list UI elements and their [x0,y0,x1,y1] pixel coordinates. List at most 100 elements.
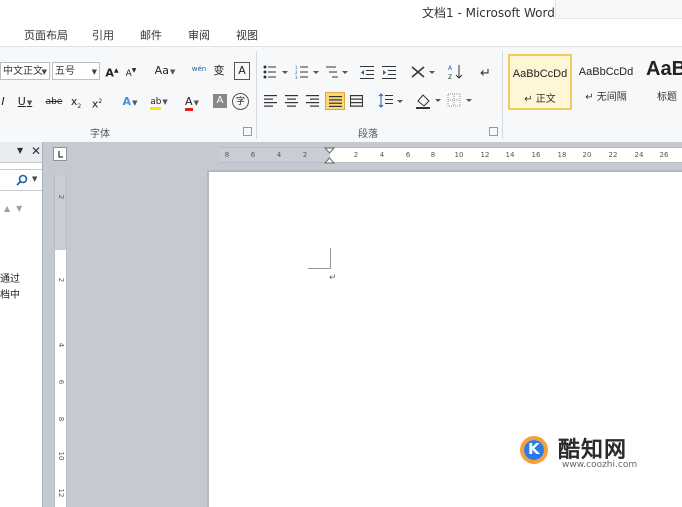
char-border-button[interactable]: 变 [210,62,228,80]
show-marks-icon[interactable]: ↵ [480,64,494,80]
navigation-pane: ▼ ✕ ▼ ▲▼ 通过 档中 [0,142,43,507]
ruler-tick: 12 [57,488,65,498]
italic-button[interactable]: I [0,93,6,111]
ruler-top-margin [55,175,66,250]
title-bar: 文档1 - Microsoft Word [0,0,682,22]
ruler-tick: 4 [57,342,65,348]
borders-icon[interactable] [447,93,475,109]
style-no-spacing[interactable]: AaBbCcDd ↵ 无间隔 [574,54,638,110]
search-icon[interactable] [16,174,28,186]
align-left-icon[interactable] [264,95,278,107]
style-name: ↵ 无间隔 [585,92,627,103]
paragraph-dialog-launcher-icon[interactable] [489,127,498,136]
font-color-button[interactable]: A▼ [180,93,204,111]
border-char-button[interactable]: A [234,62,250,80]
pinyin-glyph: 变 [213,64,225,77]
chevron-down-icon[interactable]: ▼ [17,146,23,155]
ruler-tick: 14 [505,151,515,159]
increase-indent-icon[interactable] [382,65,398,79]
ruler-tick: 2 [57,194,65,200]
tab-mailings[interactable]: 邮件 [140,27,162,43]
ruler-tick: 18 [557,151,567,159]
bullets-icon[interactable] [263,65,293,79]
window-title: 文档1 - Microsoft Word [422,6,555,20]
horizontal-ruler[interactable]: 8 6 4 2 2 4 6 8 10 12 14 16 18 20 22 24 … [220,147,682,165]
vertical-ruler[interactable]: 2 2 4 6 8 10 12 [54,175,67,507]
shading-label: A [216,95,224,106]
tab-review[interactable]: 审阅 [188,27,210,43]
chevron-down-icon: ▼ [91,68,97,76]
shading-bucket-icon[interactable] [415,92,443,110]
shrink-font-button[interactable]: A▼ [124,62,138,80]
sort-icon[interactable]: AZ [448,63,464,81]
ruler-tick: 2 [353,151,359,159]
tab-view[interactable]: 视图 [236,27,258,43]
tab-references[interactable]: 引用 [92,27,114,43]
ruler-tick: 8 [57,416,65,422]
style-heading[interactable]: AaB 标题 [640,54,682,110]
ruler-tick: 2 [302,151,308,159]
phonetic-guide-button[interactable]: wén [190,60,208,78]
distributed-icon[interactable] [350,95,364,107]
ruler-tick: 8 [430,151,436,159]
style-name: 标题 [657,92,677,103]
change-case-button[interactable]: Aa▼ [153,62,177,80]
ribbon: 中文正文 ▼ 五号 ▼ A▲ A▼ Aa▼ wén 变 A I U▼ abe x2 … [0,46,682,144]
chinese-layout-icon[interactable] [410,64,436,80]
strikethrough-button[interactable]: abe [45,93,63,111]
grow-font-button[interactable]: A▲ [105,62,119,80]
indent-marker-icon[interactable] [324,147,336,165]
nav-result-arrows[interactable]: ▲▼ [4,204,28,213]
enclose-char-button[interactable]: 字 [232,93,249,110]
watermark: K 酷知网 www.coozhi.com [514,424,654,476]
text-effects-button[interactable]: A▼ [118,93,142,111]
font-name-value: 中文正文 [3,66,43,77]
font-size-combo[interactable]: 五号 ▼ [52,62,100,80]
highlight-button[interactable]: ab▼ [146,93,172,111]
ruler-left-margin [220,148,330,162]
align-center-icon[interactable] [285,95,299,107]
subscript-button[interactable]: x2 [69,93,83,111]
font-name-combo[interactable]: 中文正文 ▼ [0,62,50,80]
style-sample: AaBbCcDd [578,66,634,78]
style-name: ↵ 正文 [524,94,556,105]
chevron-down-icon[interactable]: ▼ [32,175,37,183]
svg-text:↵: ↵ [480,66,491,80]
char-shading-button[interactable]: A [213,94,227,108]
font-dialog-launcher-icon[interactable] [243,127,252,136]
tab-page-layout[interactable]: 页面布局 [24,27,68,43]
tab-selector-button[interactable] [53,147,67,161]
justify-button[interactable] [325,92,345,110]
svg-text:3: 3 [295,75,298,79]
ruler-tick: 10 [57,451,65,461]
highlight-label: ab [150,97,162,110]
decrease-indent-icon[interactable] [360,65,376,79]
style-normal[interactable]: AaBbCcDd ↵ 正文 [508,54,572,110]
multilevel-list-icon[interactable] [326,65,352,79]
ruler-tick: 12 [480,151,490,159]
numbering-icon[interactable]: 123 [295,65,323,79]
paragraph-group-label: 段落 [358,129,378,140]
ruler-tick: 26 [659,151,669,159]
chevron-down-icon: ▼ [41,68,47,76]
border-glyph: A [238,64,246,77]
nav-pane-header: ▼ ✕ [0,142,42,163]
align-right-icon[interactable] [306,95,320,107]
close-icon[interactable]: ✕ [31,144,41,158]
phonetic-label: wén [191,65,207,73]
nav-search-input[interactable]: ▼ [0,169,42,191]
style-sample: AaBbCcDd [512,68,568,80]
group-separator [256,51,257,139]
ruler-tick: 22 [608,151,618,159]
nav-result-text: 通过 档中 [0,272,20,304]
line-spacing-icon[interactable] [378,93,406,109]
paragraph-mark[interactable]: ↵ [329,273,337,283]
ruler-tick: 6 [250,151,256,159]
ruler-tick: 2 [57,277,65,283]
style-sample: AaB [646,58,682,80]
font-size-value: 五号 [55,66,75,77]
superscript-button[interactable]: x2 [90,93,104,111]
underline-button[interactable]: U▼ [14,93,36,111]
margin-corner-mark [308,248,331,269]
window-controls[interactable] [555,0,682,19]
